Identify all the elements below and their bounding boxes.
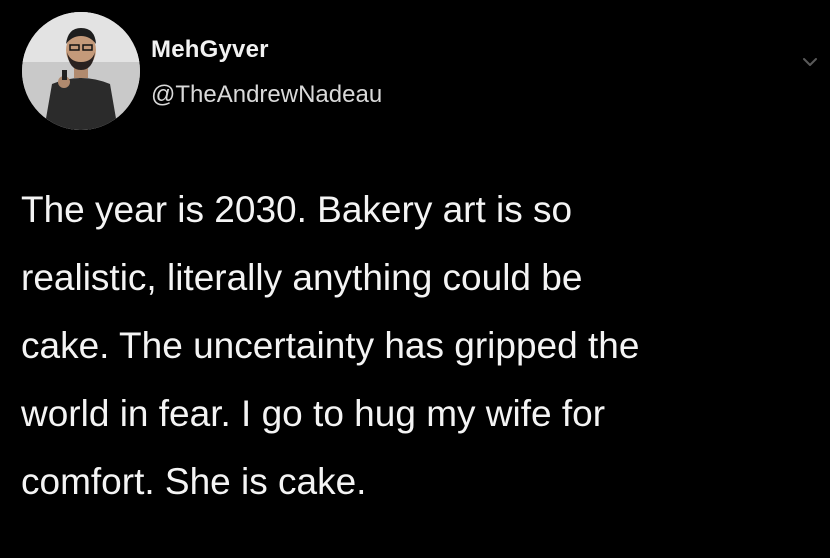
author-handle[interactable]: @TheAndrewNadeau (151, 81, 382, 109)
tweet-card: MehGyver @TheAndrewNadeau The year is 20… (0, 0, 830, 558)
tweet-text-line: realistic, literally anything could be (21, 257, 583, 298)
tweet-text-line: cake. The uncertainty has gripped the (21, 325, 640, 366)
tweet-text-line: comfort. She is cake. (21, 461, 367, 502)
author-avatar[interactable] (22, 12, 140, 130)
avatar-photo-icon (22, 12, 140, 130)
tweet-menu-button[interactable] (802, 56, 818, 68)
tweet-text-line: world in fear. I go to hug my wife for (21, 393, 606, 434)
author-display-name[interactable]: MehGyver (151, 36, 269, 64)
chevron-down-icon (803, 58, 817, 66)
tweet-text-line: The year is 2030. Bakery art is so (21, 189, 573, 230)
tweet-text: The year is 2030. Bakery art is so reali… (21, 176, 821, 516)
